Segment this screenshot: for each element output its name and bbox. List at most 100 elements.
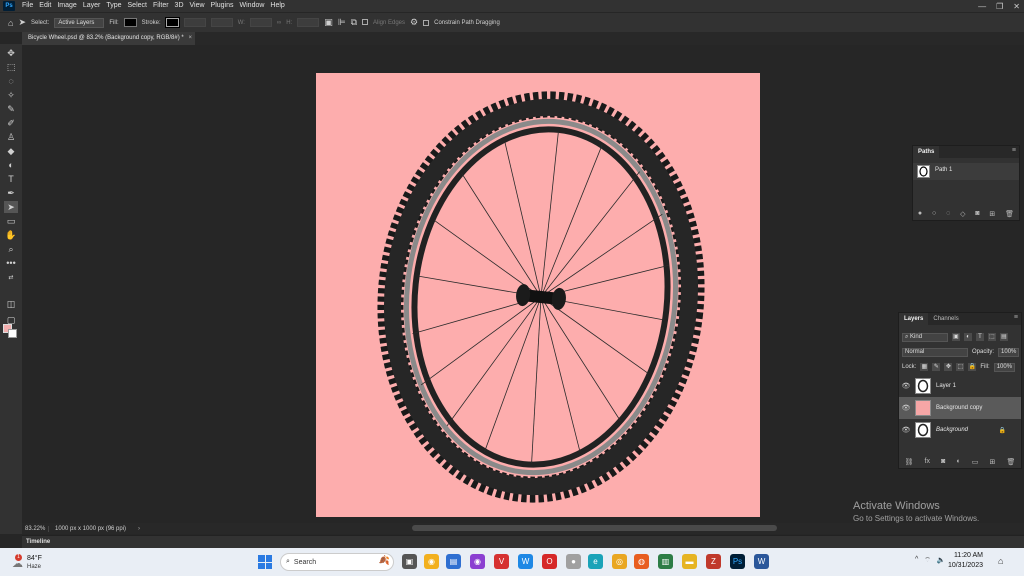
- visibility-eye-icon[interactable]: 👁: [899, 426, 913, 434]
- load-selection-icon[interactable]: ◌: [946, 210, 950, 218]
- path-operations-icon[interactable]: ▣: [324, 17, 333, 28]
- adjustment-layer-icon[interactable]: ◐: [956, 458, 960, 466]
- menu-help[interactable]: Help: [267, 0, 287, 12]
- layer-style-icon[interactable]: fx: [925, 458, 930, 466]
- minimize-button[interactable]: —: [978, 2, 986, 11]
- zoom-tool-icon[interactable]: ⌕: [4, 243, 18, 255]
- vivaldi-icon[interactable]: V: [494, 554, 509, 569]
- filter-smart-object-icon[interactable]: ▤: [1000, 333, 1008, 341]
- lock-position-icon[interactable]: ✥: [944, 363, 953, 371]
- magic-wand-tool-icon[interactable]: ✧: [4, 89, 18, 101]
- opacity-field[interactable]: 100%: [998, 347, 1020, 357]
- photoshop-taskbar-icon[interactable]: Ps: [730, 554, 745, 569]
- visibility-eye-icon[interactable]: 👁: [899, 404, 913, 412]
- notification-icon[interactable]: ⌂: [998, 556, 1003, 566]
- pen-tool-icon[interactable]: ✒: [4, 187, 18, 199]
- document-canvas[interactable]: [316, 73, 760, 517]
- timeline-panel-tab[interactable]: Timeline: [22, 535, 1024, 548]
- path-arrangement-icon[interactable]: ⧉: [351, 17, 357, 28]
- delete-path-icon[interactable]: 🗑: [1005, 210, 1014, 218]
- height-field[interactable]: [297, 18, 320, 27]
- fill-path-icon[interactable]: ●: [918, 210, 922, 218]
- swap-colors-icon[interactable]: ⇄: [4, 272, 18, 284]
- weather-widget[interactable]: ☁ 1 84°F Haze: [10, 552, 60, 572]
- menu-edit[interactable]: Edit: [36, 0, 54, 12]
- path-selection-tool-icon[interactable]: ➤: [18, 17, 26, 28]
- menu-view[interactable]: View: [187, 0, 208, 12]
- path-alignment-icon[interactable]: ⊫: [338, 17, 346, 28]
- chrome-dev-icon[interactable]: ◎: [612, 554, 627, 569]
- shape-tool-icon[interactable]: ▭: [4, 215, 18, 227]
- task-view-icon[interactable]: ▣: [402, 554, 417, 569]
- layers-panel-menu-icon[interactable]: ≡: [1014, 314, 1018, 321]
- app-icon-blue[interactable]: ▤: [446, 554, 461, 569]
- start-button[interactable]: [258, 555, 272, 569]
- path-item[interactable]: Path 1: [913, 163, 1019, 180]
- new-layer-icon[interactable]: ⊞: [990, 458, 996, 466]
- visibility-eye-icon[interactable]: 👁: [899, 382, 913, 390]
- close-window-button[interactable]: ✕: [1013, 2, 1020, 11]
- stroke-width-field[interactable]: [183, 18, 206, 27]
- lock-artboard-icon[interactable]: ⬚: [956, 363, 965, 371]
- align-edges-checkbox[interactable]: [362, 18, 368, 27]
- app-icon-green[interactable]: ▥: [658, 554, 673, 569]
- filter-shape-icon[interactable]: ⬚: [988, 333, 996, 341]
- add-mask-icon[interactable]: ◙: [941, 458, 945, 466]
- menu-layer[interactable]: Layer: [80, 0, 104, 12]
- filter-pixel-icon[interactable]: ▣: [952, 333, 960, 341]
- new-path-icon[interactable]: ⊞: [989, 210, 995, 218]
- clock-time[interactable]: 11:20 AM: [945, 552, 983, 559]
- tab-layers[interactable]: Layers: [899, 313, 929, 325]
- lock-pixels-icon[interactable]: ✎: [932, 363, 941, 371]
- eyedropper-tool-icon[interactable]: ✎: [4, 103, 18, 115]
- filter-type-icon[interactable]: T: [976, 333, 984, 341]
- layer-row-layer-1[interactable]: 👁 Layer 1: [899, 375, 1021, 397]
- quick-mask-icon[interactable]: ◫: [4, 298, 18, 310]
- move-tool-icon[interactable]: ✥: [4, 47, 18, 59]
- firefox-icon[interactable]: ◍: [634, 554, 649, 569]
- horizontal-scrollbar[interactable]: [412, 525, 777, 531]
- lock-all-icon[interactable]: 🔒: [968, 363, 977, 371]
- make-path-icon[interactable]: ◇: [960, 210, 965, 218]
- file-explorer-icon[interactable]: ▬: [682, 554, 697, 569]
- gear-icon[interactable]: ⚙: [410, 17, 418, 28]
- fill-swatch[interactable]: [123, 18, 137, 27]
- clock-date[interactable]: 10/31/2023: [945, 562, 983, 569]
- add-mask-icon[interactable]: ◙: [975, 210, 979, 218]
- menu-window[interactable]: Window: [237, 0, 268, 12]
- stamp-tool-icon[interactable]: ♙: [4, 131, 18, 143]
- menu-filter[interactable]: Filter: [150, 0, 172, 12]
- menu-image[interactable]: Image: [54, 0, 79, 12]
- taskbar-search[interactable]: ⌕ Search 🍂: [280, 553, 394, 571]
- menu-type[interactable]: Type: [103, 0, 124, 12]
- filter-adjustment-icon[interactable]: ◐: [964, 333, 972, 341]
- link-layers-icon[interactable]: ⛓: [905, 458, 914, 466]
- edge-icon[interactable]: e: [588, 554, 603, 569]
- restore-button[interactable]: ❐: [996, 2, 1003, 11]
- menu-3d[interactable]: 3D: [172, 0, 187, 12]
- layer-filter-dropdown[interactable]: ⌕ Kind: [902, 332, 948, 342]
- stroke-swatch[interactable]: [164, 17, 180, 28]
- network-icon[interactable]: ⌔: [924, 556, 931, 565]
- blend-mode-dropdown[interactable]: Normal: [902, 347, 968, 357]
- stroke-type-dropdown[interactable]: [210, 18, 233, 27]
- background-color-swatch[interactable]: [8, 329, 17, 338]
- panel-menu-icon[interactable]: ≡: [1012, 147, 1016, 154]
- filezilla-icon[interactable]: Z: [706, 554, 721, 569]
- link-icon[interactable]: ∞: [277, 20, 281, 26]
- width-field[interactable]: [249, 18, 272, 27]
- new-group-icon[interactable]: ▭: [972, 458, 979, 466]
- delete-layer-icon[interactable]: 🗑: [1007, 458, 1016, 466]
- more-tools-icon[interactable]: •••: [4, 257, 18, 269]
- stroke-path-icon[interactable]: ○: [932, 210, 936, 218]
- brush-tool-icon[interactable]: ✐: [4, 117, 18, 129]
- tray-chevron-icon[interactable]: ^: [915, 556, 918, 565]
- eraser-tool-icon[interactable]: ◆: [4, 145, 18, 157]
- chrome-icon[interactable]: ◉: [424, 554, 439, 569]
- home-icon[interactable]: ⌂: [8, 18, 13, 28]
- constrain-checkbox[interactable]: [423, 19, 430, 26]
- opera-icon[interactable]: O: [542, 554, 557, 569]
- status-menu-arrow[interactable]: ›: [138, 526, 148, 532]
- layer-row-background[interactable]: 👁 Background 🔒: [899, 419, 1021, 441]
- tab-channels[interactable]: Channels: [928, 313, 963, 325]
